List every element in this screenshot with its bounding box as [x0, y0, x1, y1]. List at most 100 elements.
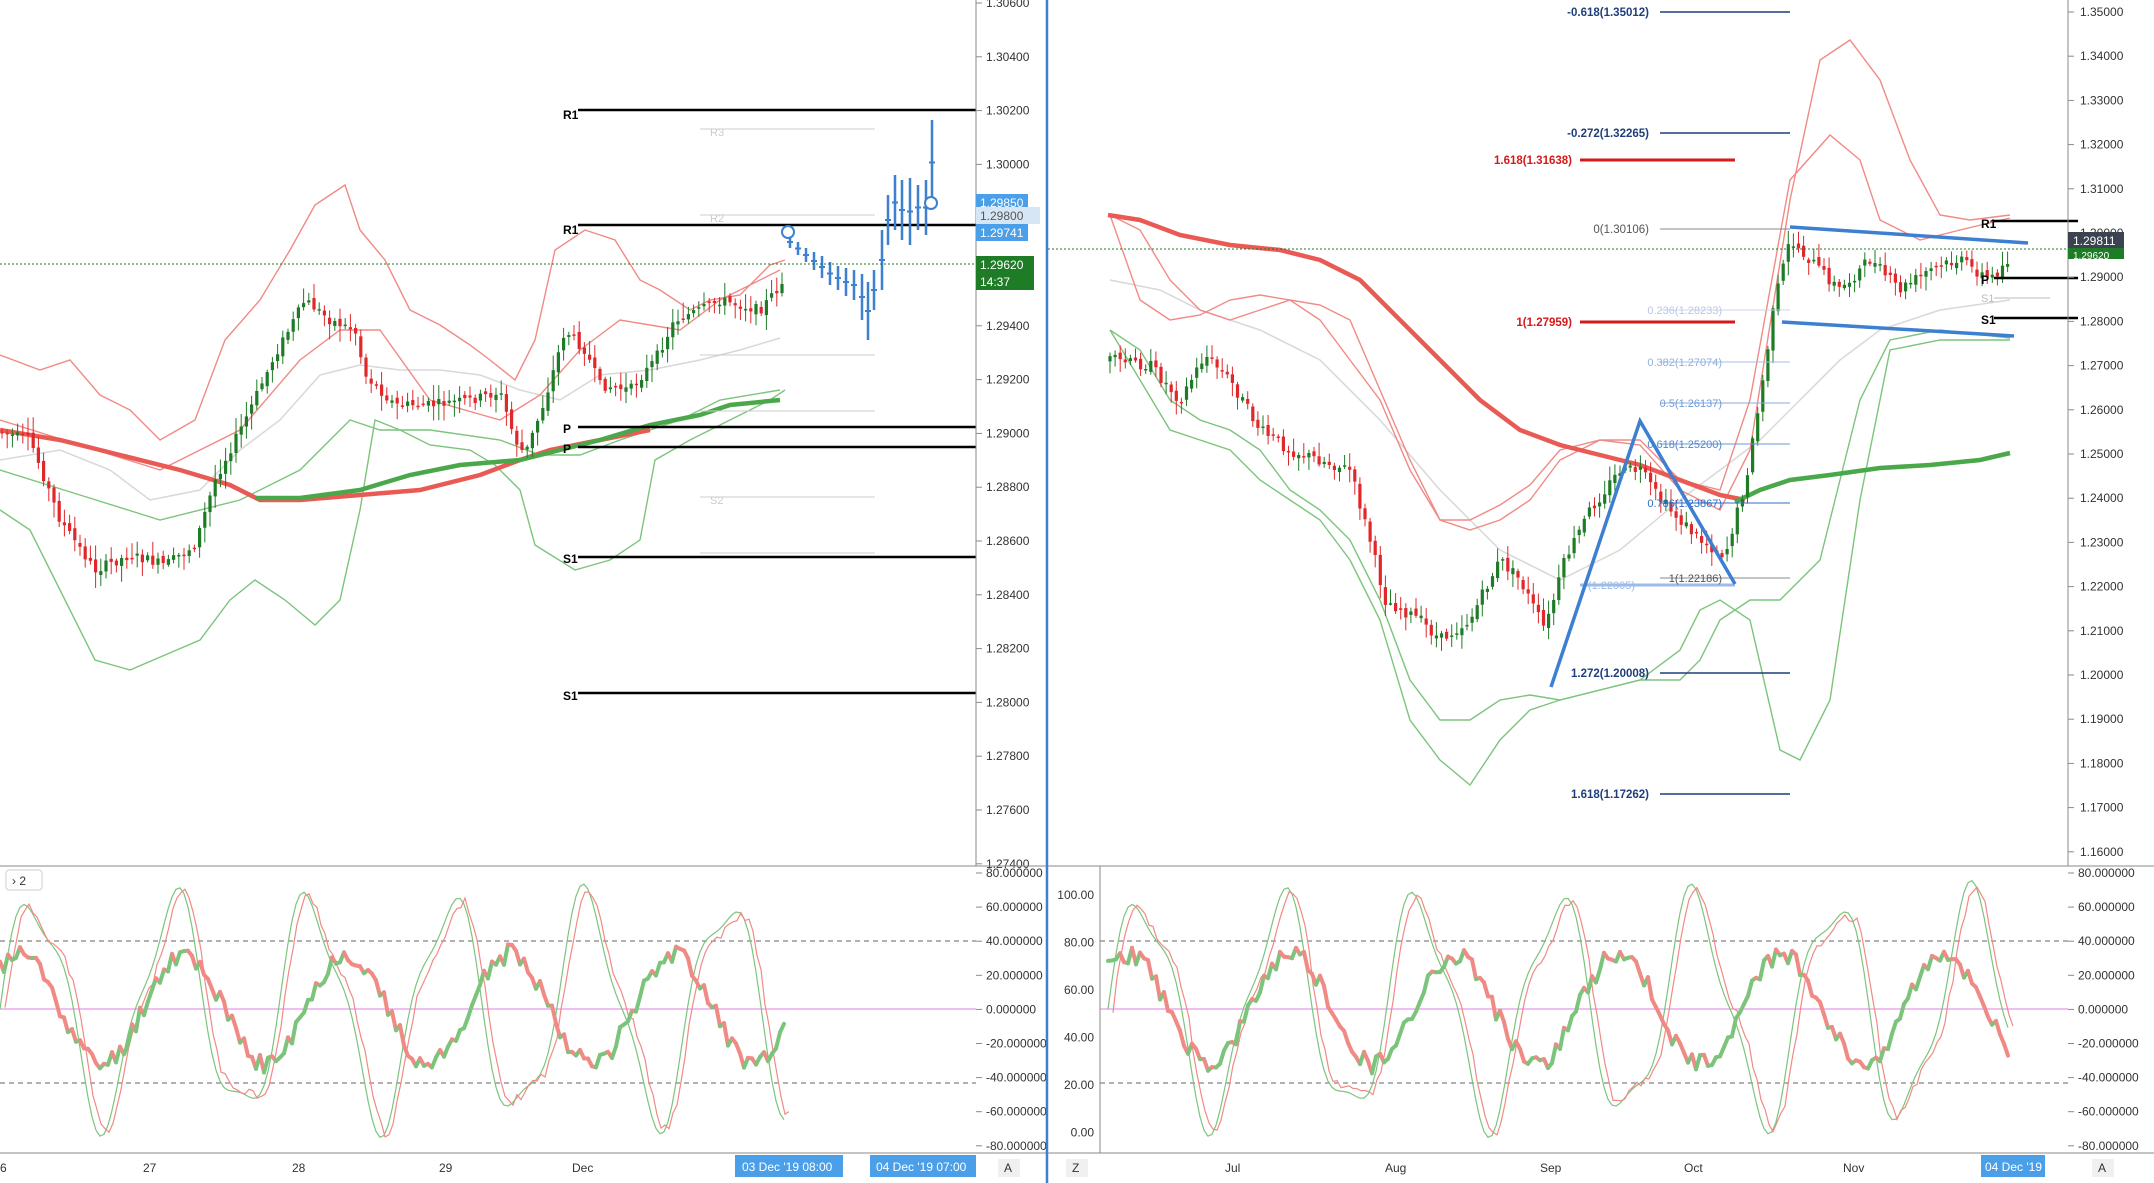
- candle-body: [1470, 616, 1474, 623]
- candle-body: [1281, 436, 1285, 452]
- candle-body: [1414, 608, 1418, 616]
- fib-label-n0272: -0.272(1.32265): [1567, 128, 1649, 140]
- candle-body: [1807, 259, 1811, 263]
- candle-body: [120, 558, 124, 566]
- candle-body: [1286, 450, 1291, 453]
- right-faint-s1: S1: [1981, 293, 1994, 305]
- candle-body: [1832, 281, 1836, 286]
- candle-body: [1465, 624, 1469, 627]
- candle-body: [1965, 257, 1969, 261]
- faint-label-r2: R2: [710, 213, 724, 225]
- candle-body: [104, 560, 108, 572]
- candle-body: [1598, 502, 1602, 507]
- candle-body: [1307, 452, 1311, 458]
- candle-body: [1348, 466, 1352, 470]
- candle-body: [556, 352, 560, 373]
- candle-body: [1404, 608, 1408, 618]
- candle-body: [1853, 280, 1857, 283]
- svg-text:14:37: 14:37: [980, 275, 1010, 289]
- left-price-tick-label: 1.27600: [986, 803, 1030, 817]
- candle-body: [1200, 363, 1204, 370]
- left-price-tick-label: 1.28200: [986, 642, 1030, 656]
- candle-body: [1791, 246, 1795, 248]
- svg-text:04 Dec '19 07:00: 04 Dec '19 07:00: [876, 1160, 967, 1174]
- candle-body: [1705, 543, 1709, 546]
- candle-body: [515, 430, 519, 445]
- candle-body: [255, 390, 259, 406]
- candle-body: [1914, 275, 1918, 285]
- candle-body: [265, 372, 269, 387]
- candle-body: [114, 560, 118, 566]
- oscillator-tick-label: -20.000000: [986, 1037, 1047, 1051]
- candle-body: [437, 398, 441, 405]
- candle-body: [1516, 571, 1520, 578]
- candle-body: [1475, 605, 1479, 620]
- candle-body: [1383, 587, 1387, 605]
- candle-body: [1419, 615, 1423, 619]
- fib-label-0382: 0.382(1.27074): [1647, 357, 1722, 369]
- fib-label-0236: 0.236(1.28233): [1647, 305, 1722, 317]
- candle-body: [1837, 281, 1841, 287]
- candle-body: [562, 337, 566, 351]
- svg-text:A: A: [2098, 1161, 2106, 1175]
- svg-text:1.29620: 1.29620: [980, 258, 1024, 272]
- left-indicator-legend[interactable]: › 2: [5, 869, 43, 891]
- candle-body: [1582, 518, 1586, 533]
- candle-body: [1684, 522, 1688, 527]
- candle-body: [73, 528, 77, 541]
- candle-body: [1184, 386, 1189, 400]
- right-price-tick-label: 1.34000: [2080, 49, 2124, 63]
- candle-body: [1873, 262, 1877, 267]
- candle-body: [1195, 367, 1199, 378]
- candle-body: [1536, 604, 1540, 613]
- candle-body: [1694, 531, 1699, 534]
- candle-body: [1455, 633, 1459, 635]
- left-price-tick-label: 1.29400: [986, 319, 1030, 333]
- fib-label-122005: (1.22005): [1588, 580, 1635, 592]
- candle-body: [36, 447, 40, 463]
- candle-body: [1450, 635, 1454, 637]
- candle-body: [390, 400, 394, 403]
- candle-body: [749, 308, 753, 312]
- candle-body: [1327, 461, 1331, 465]
- candle-body: [109, 558, 113, 562]
- oscillator-tick-label: 80.000000: [986, 866, 1043, 880]
- candle-body: [1725, 548, 1729, 555]
- candle-body: [629, 383, 633, 389]
- candle-body: [1531, 594, 1535, 604]
- left-price-tick-label: 1.30400: [986, 50, 1030, 64]
- candle-body: [1445, 631, 1449, 639]
- candle-body: [536, 420, 540, 433]
- candle-body: [692, 310, 696, 314]
- candle-body: [1766, 349, 1770, 381]
- candle-body: [229, 453, 233, 462]
- right-price-tick-label: 1.35000: [2080, 5, 2124, 19]
- oscillator-tick-label: 0.000000: [2078, 1002, 2128, 1016]
- fib-red-1618: 1.618(1.31638): [1494, 155, 1572, 167]
- candle-body: [369, 378, 373, 384]
- candle-body: [52, 487, 56, 503]
- candle-body: [42, 460, 46, 482]
- candle-body: [1776, 283, 1780, 312]
- candle-body: [322, 310, 326, 316]
- pivot-label-p-upper: P: [563, 422, 571, 436]
- candle-body: [494, 394, 498, 400]
- faint-label-s2: S2: [710, 495, 723, 507]
- candle-body: [213, 479, 217, 497]
- candle-body: [1511, 568, 1515, 575]
- candle-body: [1399, 608, 1403, 610]
- candle-body: [1108, 356, 1112, 362]
- candle-body: [1781, 263, 1785, 281]
- candle-body: [161, 555, 165, 564]
- candle-body: [1883, 265, 1887, 276]
- candle-body: [270, 362, 274, 371]
- oscillator-left-tick-label: 100.00: [1057, 888, 1094, 902]
- candle-body: [588, 354, 592, 360]
- candle-body: [94, 559, 98, 573]
- fib-label-0: 0(1.30106): [1593, 224, 1649, 236]
- candle-body: [666, 336, 670, 350]
- candle-body: [520, 442, 524, 451]
- candle-body: [530, 432, 534, 449]
- candle-body: [416, 405, 420, 408]
- candle-body: [733, 303, 737, 306]
